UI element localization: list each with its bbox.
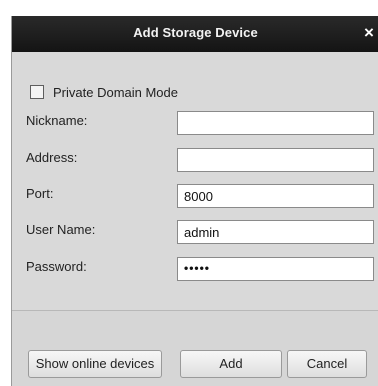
password-field[interactable]: ••••• bbox=[177, 257, 374, 281]
private-domain-mode-row[interactable]: Private Domain Mode bbox=[30, 82, 178, 102]
close-icon[interactable]: × bbox=[361, 22, 377, 44]
dialog-titlebar: Add Storage Device × bbox=[12, 16, 378, 52]
address-field[interactable] bbox=[177, 148, 374, 172]
user-name-field[interactable]: admin bbox=[177, 220, 374, 244]
port-field[interactable]: 8000 bbox=[177, 184, 374, 208]
user-name-label: User Name: bbox=[26, 222, 96, 237]
private-domain-mode-checkbox[interactable] bbox=[30, 85, 44, 99]
add-button[interactable]: Add bbox=[180, 350, 282, 378]
show-online-devices-button[interactable]: Show online devices bbox=[28, 350, 162, 378]
address-label: Address: bbox=[26, 150, 78, 165]
nickname-field[interactable] bbox=[177, 111, 374, 135]
port-label: Port: bbox=[26, 186, 54, 201]
password-label: Password: bbox=[26, 259, 87, 274]
cancel-button[interactable]: Cancel bbox=[287, 350, 367, 378]
nickname-label: Nickname: bbox=[26, 113, 88, 128]
add-storage-device-dialog: Add Storage Device × Private Domain Mode… bbox=[11, 16, 378, 386]
private-domain-mode-label: Private Domain Mode bbox=[53, 84, 178, 100]
dialog-title: Add Storage Device bbox=[133, 25, 258, 40]
